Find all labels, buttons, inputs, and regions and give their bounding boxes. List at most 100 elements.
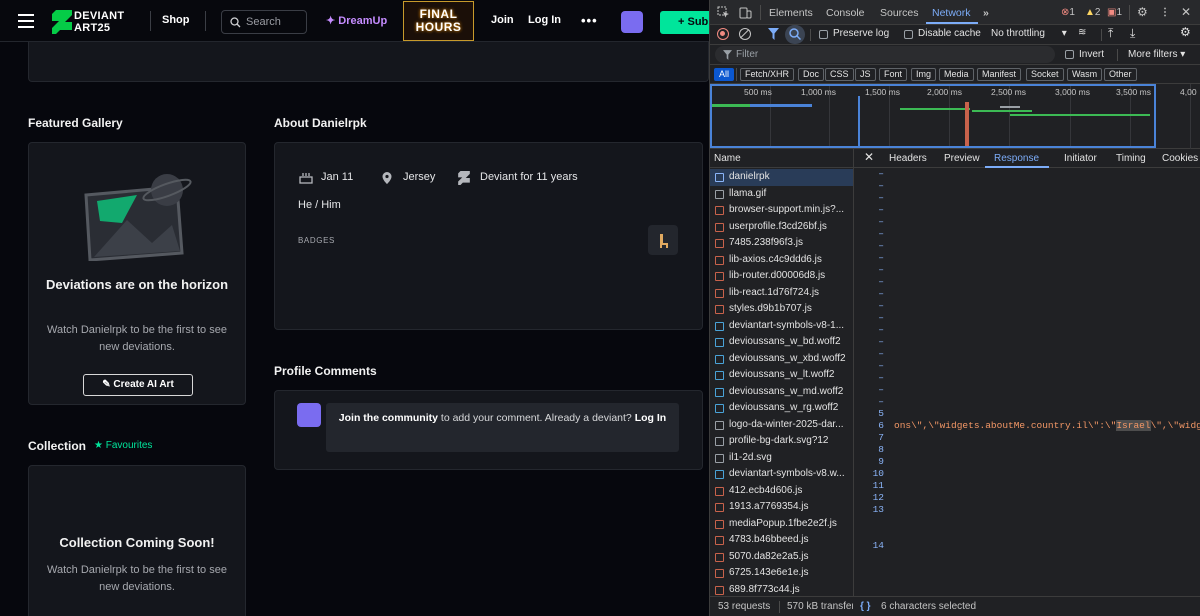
tab-timing[interactable]: Timing: [1116, 153, 1146, 164]
avatar[interactable]: [621, 11, 643, 33]
request-row[interactable]: devioussans_w_lt.woff2: [710, 367, 853, 384]
request-row[interactable]: devioussans_w_md.woff2: [710, 384, 853, 401]
tab-headers[interactable]: Headers: [889, 153, 927, 164]
more-menu-icon[interactable]: •••: [581, 13, 598, 28]
tab-sources[interactable]: Sources: [880, 7, 919, 19]
pretty-print-icon[interactable]: { }: [860, 601, 871, 612]
request-row[interactable]: deviantart-symbols-v8-1...: [710, 318, 853, 335]
request-row[interactable]: browser-support.min.js?...: [710, 202, 853, 219]
tab-initiator[interactable]: Initiator: [1064, 153, 1097, 164]
clear-icon[interactable]: [739, 28, 751, 40]
request-row[interactable]: devioussans_w_bd.woff2: [710, 334, 853, 351]
request-row[interactable]: devioussans_w_xbd.woff2: [710, 351, 853, 368]
timeline-selection[interactable]: [710, 84, 1156, 148]
request-row[interactable]: profile-bg-dark.svg?12: [710, 433, 853, 450]
request-row[interactable]: il1-2d.svg: [710, 450, 853, 467]
request-row[interactable]: 7485.238f96f3.js: [710, 235, 853, 252]
tab-preview[interactable]: Preview: [944, 153, 980, 164]
collection-card: Collection Coming Soon! Watch Danielrpk …: [28, 465, 246, 616]
js-file-icon: [715, 255, 724, 265]
import-har-icon[interactable]: ⤒: [1108, 26, 1113, 41]
favourites-link[interactable]: ★ Favourites: [94, 440, 152, 451]
settings-gear-icon[interactable]: ⚙: [1137, 5, 1148, 19]
name-column-header[interactable]: Name: [710, 149, 853, 168]
preserve-log-checkbox[interactable]: [819, 30, 828, 39]
final-hours-banner[interactable]: FINAL HOURS: [403, 1, 474, 41]
create-ai-art-button[interactable]: ✎ Create AI Art: [83, 374, 193, 396]
join-link[interactable]: Join: [491, 14, 514, 26]
request-row[interactable]: 1913.a7769354.js: [710, 499, 853, 516]
llama-badge[interactable]: [648, 225, 678, 255]
deviantart-logo[interactable]: DEVIANT ART25: [52, 9, 142, 35]
export-har-icon[interactable]: ⤓: [1130, 26, 1135, 41]
comment-join-prompt[interactable]: Join the community to add your comment. …: [326, 403, 679, 452]
type-filter-font[interactable]: Font: [879, 68, 908, 81]
menu-icon[interactable]: [18, 14, 34, 28]
tab-cookies[interactable]: Cookies: [1162, 153, 1198, 164]
network-settings-gear-icon[interactable]: ⚙: [1180, 25, 1191, 39]
tab-network[interactable]: Network: [932, 7, 971, 19]
request-row[interactable]: lib-react.1d76f724.js: [710, 285, 853, 302]
response-viewer[interactable]: – – – – – – – – – – – – – – – – – – – – 5 6 7 8 9 10 11 12…: [854, 168, 1200, 596]
type-filter-img[interactable]: Img: [911, 68, 937, 81]
kebab-menu-icon[interactable]: ⋮: [1160, 7, 1170, 18]
dreamup-link[interactable]: ✦ DreamUp: [326, 14, 387, 27]
record-icon[interactable]: [717, 28, 729, 40]
tab-console[interactable]: Console: [826, 7, 865, 19]
tab-elements[interactable]: Elements: [769, 7, 813, 19]
network-overview-timeline[interactable]: 500 ms 1,000 ms 1,500 ms 2,000 ms 2,500 …: [710, 84, 1200, 149]
request-row[interactable]: deviantart-symbols-v8.w...: [710, 466, 853, 483]
request-row[interactable]: logo-da-winter-2025-dar...: [710, 417, 853, 434]
type-filter-doc[interactable]: Doc: [798, 68, 825, 81]
warning-count-value: 2: [1094, 7, 1101, 18]
request-row[interactable]: userprofile.f3cd26bf.js: [710, 219, 853, 236]
issues-count[interactable]: ▣1: [1107, 7, 1122, 18]
request-row[interactable]: 6725.143e6e1e.js: [710, 565, 853, 582]
type-filter-socket[interactable]: Socket: [1026, 68, 1064, 81]
shop-link[interactable]: Shop: [162, 14, 190, 26]
search-icon[interactable]: [785, 25, 805, 44]
disable-cache-checkbox[interactable]: [904, 30, 913, 39]
type-filter-other[interactable]: Other: [1104, 68, 1137, 81]
warning-count[interactable]: ▲2: [1085, 7, 1100, 18]
close-icon[interactable]: ✕: [1181, 5, 1191, 19]
device-toolbar-icon[interactable]: [739, 6, 752, 19]
network-conditions-icon[interactable]: ≋: [1078, 27, 1086, 38]
request-row[interactable]: styles.d9b1b707.js: [710, 301, 853, 318]
request-row[interactable]: 689.8f773c44.js: [710, 582, 853, 597]
type-filter-all[interactable]: All: [714, 68, 735, 81]
badges-label: BADGES: [298, 236, 335, 245]
type-filter-manifest[interactable]: Manifest: [977, 68, 1022, 81]
request-row[interactable]: danielrpk: [710, 169, 853, 186]
invert-checkbox[interactable]: [1065, 50, 1074, 59]
close-detail-icon[interactable]: ✕: [864, 150, 874, 164]
throttling-select[interactable]: No throttling ▾: [991, 28, 1067, 39]
submit-button[interactable]: + Sub: [660, 11, 709, 34]
type-filter-css[interactable]: CSS: [825, 68, 854, 81]
type-filter-js[interactable]: JS: [855, 68, 876, 81]
type-filter-media[interactable]: Media: [939, 68, 974, 81]
type-filter-fetch-xhr[interactable]: Fetch/XHR: [740, 68, 795, 81]
more-filters-dropdown[interactable]: More filters ▾: [1128, 49, 1185, 60]
request-row[interactable]: lib-router.d00006d8.js: [710, 268, 853, 285]
request-row[interactable]: llama.gif: [710, 186, 853, 203]
issues-count-value: 1: [1116, 7, 1123, 18]
request-row[interactable]: devioussans_w_rg.woff2: [710, 400, 853, 417]
filter-funnel-icon[interactable]: [768, 28, 779, 40]
filter-input[interactable]: Filter: [715, 46, 1055, 63]
request-row[interactable]: 5070.da82e2a5.js: [710, 549, 853, 566]
search-input[interactable]: Search: [221, 10, 307, 34]
request-row[interactable]: mediaPopup.1fbe2e2f.js: [710, 516, 853, 533]
request-row[interactable]: 4783.b46bbeed.js: [710, 532, 853, 549]
font-file-icon: [715, 354, 724, 364]
error-count[interactable]: ⊗1: [1061, 7, 1075, 18]
join-community-link[interactable]: Join the community: [339, 412, 438, 424]
tab-response[interactable]: Response: [994, 153, 1039, 164]
comment-login-link[interactable]: Log In: [635, 412, 667, 424]
type-filter-wasm[interactable]: Wasm: [1067, 68, 1103, 81]
more-tabs-icon[interactable]: »: [983, 7, 989, 19]
request-row[interactable]: lib-axios.c4c9ddd6.js: [710, 252, 853, 269]
inspect-element-icon[interactable]: [717, 6, 730, 19]
request-row[interactable]: 412.ecb4d606.js: [710, 483, 853, 500]
login-link[interactable]: Log In: [528, 14, 561, 26]
